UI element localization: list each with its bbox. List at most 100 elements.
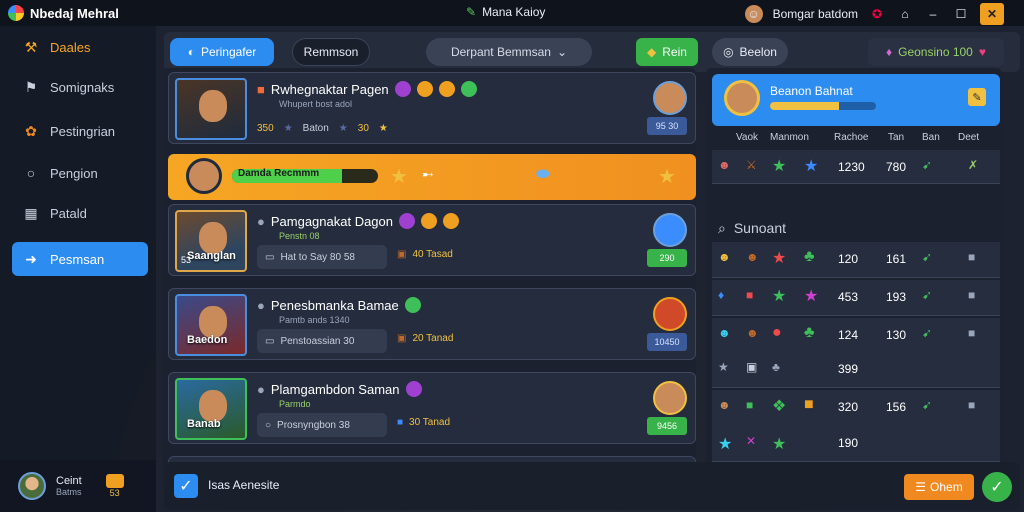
level-text: 53: [109, 488, 120, 498]
row-value: 156: [886, 400, 907, 414]
sidebar-item-somignaks[interactable]: ⚑ Somignaks: [12, 70, 148, 104]
rein-button[interactable]: ◆ Rein: [636, 38, 698, 66]
gem-icon: ♦: [718, 288, 725, 302]
section-title: Sunoant: [733, 220, 787, 236]
box-icon: ■: [804, 396, 814, 413]
maximize-icon[interactable]: ☐: [952, 5, 970, 23]
hero-label: Saanglan: [187, 250, 236, 262]
select-checkbox[interactable]: ✓: [174, 474, 198, 498]
card-icon: ▭: [265, 335, 275, 347]
sidebar-item-daales[interactable]: ⚒ Daales: [12, 30, 148, 64]
table-row[interactable]: ☻ ■ ❖ ■ 320 156 ➹ ■ ★ ✕ ★ 190: [712, 390, 1000, 462]
hero-field[interactable]: ○ Prosnyngbon 38: [257, 413, 387, 437]
minimize-icon[interactable]: –: [924, 5, 942, 23]
sidebar-item-label: Pengion: [50, 165, 98, 181]
hero-name: ● Penesbmanka Bamae: [257, 297, 421, 313]
hero-label: Banab: [187, 418, 221, 430]
gear-icon: ✿: [25, 122, 37, 139]
tab-remmson[interactable]: Remmson: [292, 38, 370, 66]
highlight-row[interactable]: Damda Recmmm ★ ➸ ⬬ ★: [168, 154, 696, 200]
table-row[interactable]: ☻ ⚔ ★ ★ 1230 780 ➹ ✗: [712, 150, 1000, 184]
beelon-button[interactable]: ◎ Beelon: [712, 38, 788, 66]
leaf-icon: ♣: [772, 360, 780, 374]
center-title-text: Mana Kaioy: [482, 5, 546, 19]
table-row[interactable]: ♦ ■ ★ ★ 453 193 ➹ ■: [712, 280, 1000, 316]
currency-button[interactable]: ♦ Geonsino 100 ♥: [868, 38, 1004, 66]
tree-icon: ♣: [804, 248, 815, 265]
avatar: [724, 80, 760, 116]
arrow-icon: ➹: [922, 288, 933, 302]
xp-bar: [770, 102, 876, 110]
sidebar-item-patald[interactable]: ▦ Patald: [12, 196, 148, 230]
item-icon: ■: [746, 288, 754, 302]
tab-icon: ◐: [187, 45, 195, 59]
row-value: 399: [838, 362, 859, 376]
notification-icon[interactable]: ✪: [868, 5, 886, 23]
hero-field[interactable]: ▭ Penstoassian 30: [257, 329, 387, 353]
gem-icon: [405, 381, 422, 397]
list-icon: ☰: [915, 480, 927, 494]
field-text: Penstoassian 30: [280, 335, 355, 347]
row-value: 193: [886, 290, 907, 304]
hero-mini-avatar: [653, 381, 687, 415]
bottom-bar: ✓ Isas Aenesite ☰ Ohem ✓: [164, 462, 1020, 510]
character-icon: ☻: [718, 326, 731, 340]
profile-panel[interactable]: Ceint Batms 53: [0, 460, 156, 512]
hero-count: 53: [181, 255, 192, 265]
app-logo: [8, 5, 24, 21]
hero-name: ● Pamgagnakat Dagon: [257, 213, 460, 229]
coin-info: ■ 30 Tanad: [397, 417, 450, 428]
hero-sub: Pamtb ands 1340: [279, 315, 350, 325]
sidebar-item-pesmsan[interactable]: ➜ Pesmsan: [12, 242, 148, 276]
grid-icon: ▦: [24, 204, 38, 221]
row-value: 124: [838, 328, 859, 342]
home-icon[interactable]: ⌂: [896, 5, 914, 23]
level-badge: 53: [105, 474, 124, 498]
search-icon: ⌕: [718, 219, 726, 236]
coin-text: 30 Tanad: [409, 417, 451, 428]
item-icon: ⚔: [746, 158, 757, 172]
star-icon: ★: [772, 250, 787, 267]
confirm-button[interactable]: ✓: [982, 472, 1012, 502]
gem-icon: ♦: [886, 45, 893, 59]
filter-dropdown[interactable]: Derpant Bemmsan ⌄: [426, 38, 592, 66]
close-icon[interactable]: ✕: [980, 3, 1004, 25]
table-row[interactable]: ☻ ☻ ★ ♣ 120 161 ➹ ■: [712, 242, 1000, 278]
item-icon: ☻: [746, 326, 759, 340]
card-icon: ▣: [746, 360, 758, 374]
edit-icon[interactable]: ✎: [968, 88, 986, 106]
box-icon: ■: [968, 398, 976, 412]
table-header: Vaok Manmon Rachoe Tan Ban Deet: [712, 132, 1000, 150]
box-icon: ■: [968, 250, 976, 264]
sidebar-item-label: Pesmsan: [50, 251, 105, 267]
player-header[interactable]: Beanon Bahnat ✎: [712, 74, 1000, 126]
hero-label: Baedon: [187, 334, 228, 346]
sidebar-item-pestingrian[interactable]: ✿ Pestingrian: [12, 114, 148, 148]
list-item[interactable]: Saanglan 53 ● Pamgagnakat Dagon Penstn 08…: [168, 204, 696, 276]
user-avatar-icon[interactable]: ☺: [744, 5, 763, 23]
box-icon: ■: [968, 326, 976, 340]
chest-icon: ▣: [397, 249, 407, 260]
row-value: 453: [838, 290, 859, 304]
star-icon: ★: [772, 436, 787, 453]
table-row[interactable]: ☻ ☻ ● ♣ 124 130 ➹ ■ ★ ▣ ♣ 399: [712, 318, 1000, 388]
arrow-icon: ➹: [922, 326, 933, 340]
star-icon: ★: [718, 360, 729, 374]
tab-peringafer[interactable]: ◐ Peringafer: [170, 38, 274, 66]
star-icon: ★: [804, 288, 819, 305]
sidebar-item-pengion[interactable]: ○ Pengion: [12, 156, 148, 190]
hero-sub: Penstn 08: [279, 231, 320, 241]
row-value: 190: [838, 436, 859, 450]
list-item[interactable]: Baedon ● Penesbmanka Bamae Pamtb ands 134…: [168, 288, 696, 360]
list-item[interactable]: Banab ● Plamgambdon Saman Parmdo ○ Prosnyn…: [168, 372, 696, 444]
list-item[interactable]: ■ Rwhegnaktar Pagen Whupert bost adol 350…: [168, 72, 696, 144]
column-header: Rachoe: [834, 132, 869, 143]
hero-field[interactable]: ▭ Hat to Say 80 58: [257, 245, 387, 269]
sidebar: ⚒ Daales ⚑ Somignaks ✿ Pestingrian ○ Pengion…: [0, 26, 156, 512]
box-icon: ■: [968, 288, 976, 302]
ok-button[interactable]: ☰ Ohem: [904, 474, 974, 500]
chevron-down-icon: ⌄: [556, 45, 568, 59]
sidebar-item-label: Somignaks: [50, 79, 115, 95]
column-header: Deet: [958, 132, 980, 143]
coin-info: ▣ 40 Tasad: [397, 249, 453, 260]
